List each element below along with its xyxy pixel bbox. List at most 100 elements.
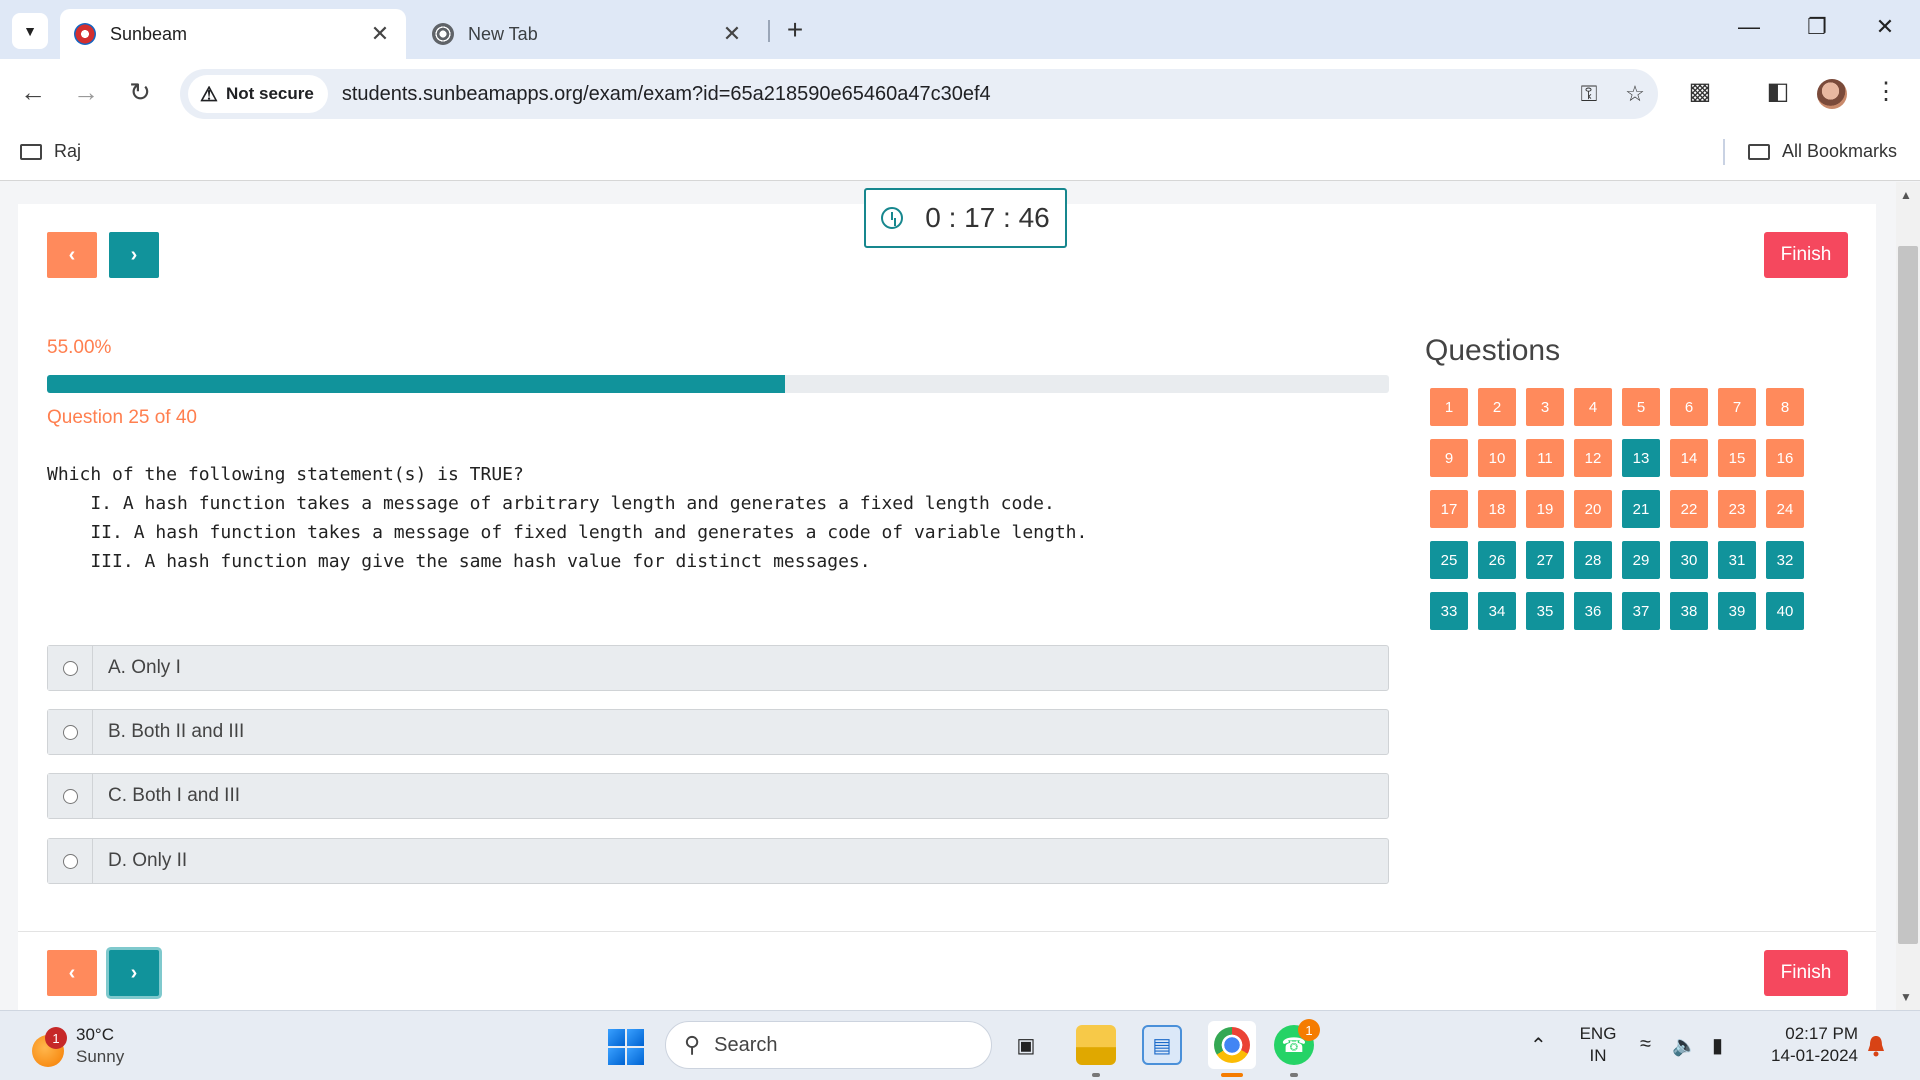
radio-button[interactable] — [62, 853, 78, 869]
language-indicator[interactable]: ENG IN — [1578, 1023, 1618, 1067]
question-nav-button[interactable]: 13 — [1622, 439, 1660, 477]
control-panel-icon[interactable]: ▤ — [1142, 1025, 1182, 1065]
question-nav-button[interactable]: 26 — [1478, 541, 1516, 579]
question-nav-button[interactable]: 11 — [1526, 439, 1564, 477]
option-radio-cell[interactable] — [48, 710, 93, 754]
previous-question-button-bottom[interactable]: ‹ — [47, 950, 97, 996]
bookmark-folder-raj[interactable]: Raj — [20, 141, 81, 162]
question-nav-button[interactable]: 30 — [1670, 541, 1708, 579]
volume-icon[interactable]: 🔈 — [1672, 1033, 1697, 1058]
scrollbar-thumb[interactable] — [1898, 246, 1918, 944]
question-nav-button[interactable]: 15 — [1718, 439, 1756, 477]
question-nav-button[interactable]: 17 — [1430, 490, 1468, 528]
close-tab-icon[interactable]: ✕ — [368, 21, 392, 47]
chrome-taskbar-app[interactable] — [1208, 1021, 1256, 1069]
question-nav-button[interactable]: 32 — [1766, 541, 1804, 579]
option-d[interactable]: D. Only II — [47, 838, 1389, 884]
show-hidden-icons-chevron-icon[interactable]: ⌃ — [1530, 1033, 1547, 1058]
question-nav-button[interactable]: 27 — [1526, 541, 1564, 579]
option-c[interactable]: C. Both I and III — [47, 773, 1389, 819]
battery-icon[interactable]: ▮ — [1712, 1033, 1723, 1058]
side-panel-icon[interactable]: ◧ — [1758, 77, 1798, 106]
question-nav-button[interactable]: 25 — [1430, 541, 1468, 579]
question-nav-button[interactable]: 18 — [1478, 490, 1516, 528]
clock[interactable]: 02:17 PM 14-01-2024 — [1758, 1023, 1858, 1067]
finish-button[interactable]: Finish — [1764, 232, 1848, 278]
option-label[interactable]: D. Only II — [93, 839, 187, 883]
next-question-button[interactable]: › — [109, 232, 159, 278]
radio-button[interactable] — [62, 724, 78, 740]
weather-temp[interactable]: 30°C — [76, 1025, 114, 1045]
question-nav-button[interactable]: 37 — [1622, 592, 1660, 630]
question-nav-button[interactable]: 12 — [1574, 439, 1612, 477]
finish-button-bottom[interactable]: Finish — [1764, 950, 1848, 996]
bookmark-star-icon[interactable]: ☆ — [1612, 81, 1658, 107]
question-nav-button[interactable]: 19 — [1526, 490, 1564, 528]
tab-new-tab[interactable]: New Tab ✕ — [418, 9, 758, 59]
minimize-icon[interactable]: — — [1729, 14, 1769, 40]
extensions-puzzle-icon[interactable]: ▩ — [1680, 77, 1720, 106]
question-nav-button[interactable]: 34 — [1478, 592, 1516, 630]
weather-desc[interactable]: Sunny — [76, 1047, 124, 1067]
forward-arrow-icon[interactable]: → — [68, 77, 104, 108]
scroll-down-icon[interactable]: ▼ — [1900, 990, 1912, 1004]
option-radio-cell[interactable] — [48, 839, 93, 883]
question-nav-button[interactable]: 21 — [1622, 490, 1660, 528]
tab-search-dropdown[interactable]: ▼ — [12, 13, 48, 49]
question-nav-button[interactable]: 10 — [1478, 439, 1516, 477]
question-nav-button[interactable]: 22 — [1670, 490, 1708, 528]
tab-sunbeam[interactable]: Sunbeam ✕ — [60, 9, 406, 59]
all-bookmarks[interactable]: All Bookmarks — [1748, 141, 1897, 162]
question-nav-button[interactable]: 8 — [1766, 388, 1804, 426]
question-nav-button[interactable]: 39 — [1718, 592, 1756, 630]
question-nav-button[interactable]: 23 — [1718, 490, 1756, 528]
question-nav-button[interactable]: 4 — [1574, 388, 1612, 426]
notification-bell-icon[interactable] — [1866, 1035, 1886, 1057]
taskbar-search[interactable]: ⚲ Search — [665, 1021, 992, 1069]
question-nav-button[interactable]: 33 — [1430, 592, 1468, 630]
question-nav-button[interactable]: 9 — [1430, 439, 1468, 477]
address-bar[interactable]: ⚠ Not secure students.sunbeamapps.org/ex… — [180, 69, 1658, 119]
more-menu-icon[interactable]: ⋮ — [1866, 77, 1906, 106]
radio-button[interactable] — [62, 788, 78, 804]
next-question-button-bottom[interactable]: › — [109, 950, 159, 996]
close-window-icon[interactable]: ✕ — [1865, 14, 1905, 40]
restore-icon[interactable]: ❐ — [1797, 14, 1837, 40]
windows-start-icon[interactable] — [608, 1029, 644, 1065]
option-label[interactable]: B. Both II and III — [93, 710, 244, 754]
option-radio-cell[interactable] — [48, 646, 93, 690]
question-nav-button[interactable]: 29 — [1622, 541, 1660, 579]
scroll-up-icon[interactable]: ▲ — [1900, 188, 1912, 202]
question-nav-button[interactable]: 7 — [1718, 388, 1756, 426]
wifi-icon[interactable]: ≈ — [1640, 1033, 1651, 1056]
question-nav-button[interactable]: 2 — [1478, 388, 1516, 426]
question-nav-button[interactable]: 24 — [1766, 490, 1804, 528]
new-tab-button[interactable]: + — [780, 14, 810, 46]
option-b[interactable]: B. Both II and III — [47, 709, 1389, 755]
question-nav-button[interactable]: 35 — [1526, 592, 1564, 630]
previous-question-button[interactable]: ‹ — [47, 232, 97, 278]
question-nav-button[interactable]: 14 — [1670, 439, 1708, 477]
question-nav-button[interactable]: 20 — [1574, 490, 1612, 528]
url-text[interactable]: students.sunbeamapps.org/exam/exam?id=65… — [342, 83, 1566, 106]
reload-icon[interactable]: ↻ — [122, 77, 158, 108]
close-tab-icon[interactable]: ✕ — [720, 21, 744, 47]
task-view-icon[interactable]: ▣ — [1006, 1025, 1046, 1065]
question-nav-button[interactable]: 1 — [1430, 388, 1468, 426]
question-nav-button[interactable]: 38 — [1670, 592, 1708, 630]
radio-button[interactable] — [62, 660, 78, 676]
option-radio-cell[interactable] — [48, 774, 93, 818]
password-key-icon[interactable]: ⚿ — [1566, 81, 1612, 107]
question-nav-button[interactable]: 31 — [1718, 541, 1756, 579]
question-nav-button[interactable]: 6 — [1670, 388, 1708, 426]
profile-avatar[interactable] — [1817, 79, 1847, 109]
question-nav-button[interactable]: 5 — [1622, 388, 1660, 426]
question-nav-button[interactable]: 3 — [1526, 388, 1564, 426]
file-explorer-icon[interactable] — [1076, 1025, 1116, 1065]
question-nav-button[interactable]: 40 — [1766, 592, 1804, 630]
question-nav-button[interactable]: 16 — [1766, 439, 1804, 477]
security-chip[interactable]: ⚠ Not secure — [188, 75, 328, 113]
option-label[interactable]: C. Both I and III — [93, 774, 240, 818]
back-arrow-icon[interactable]: ← — [15, 77, 51, 108]
option-a[interactable]: A. Only I — [47, 645, 1389, 691]
